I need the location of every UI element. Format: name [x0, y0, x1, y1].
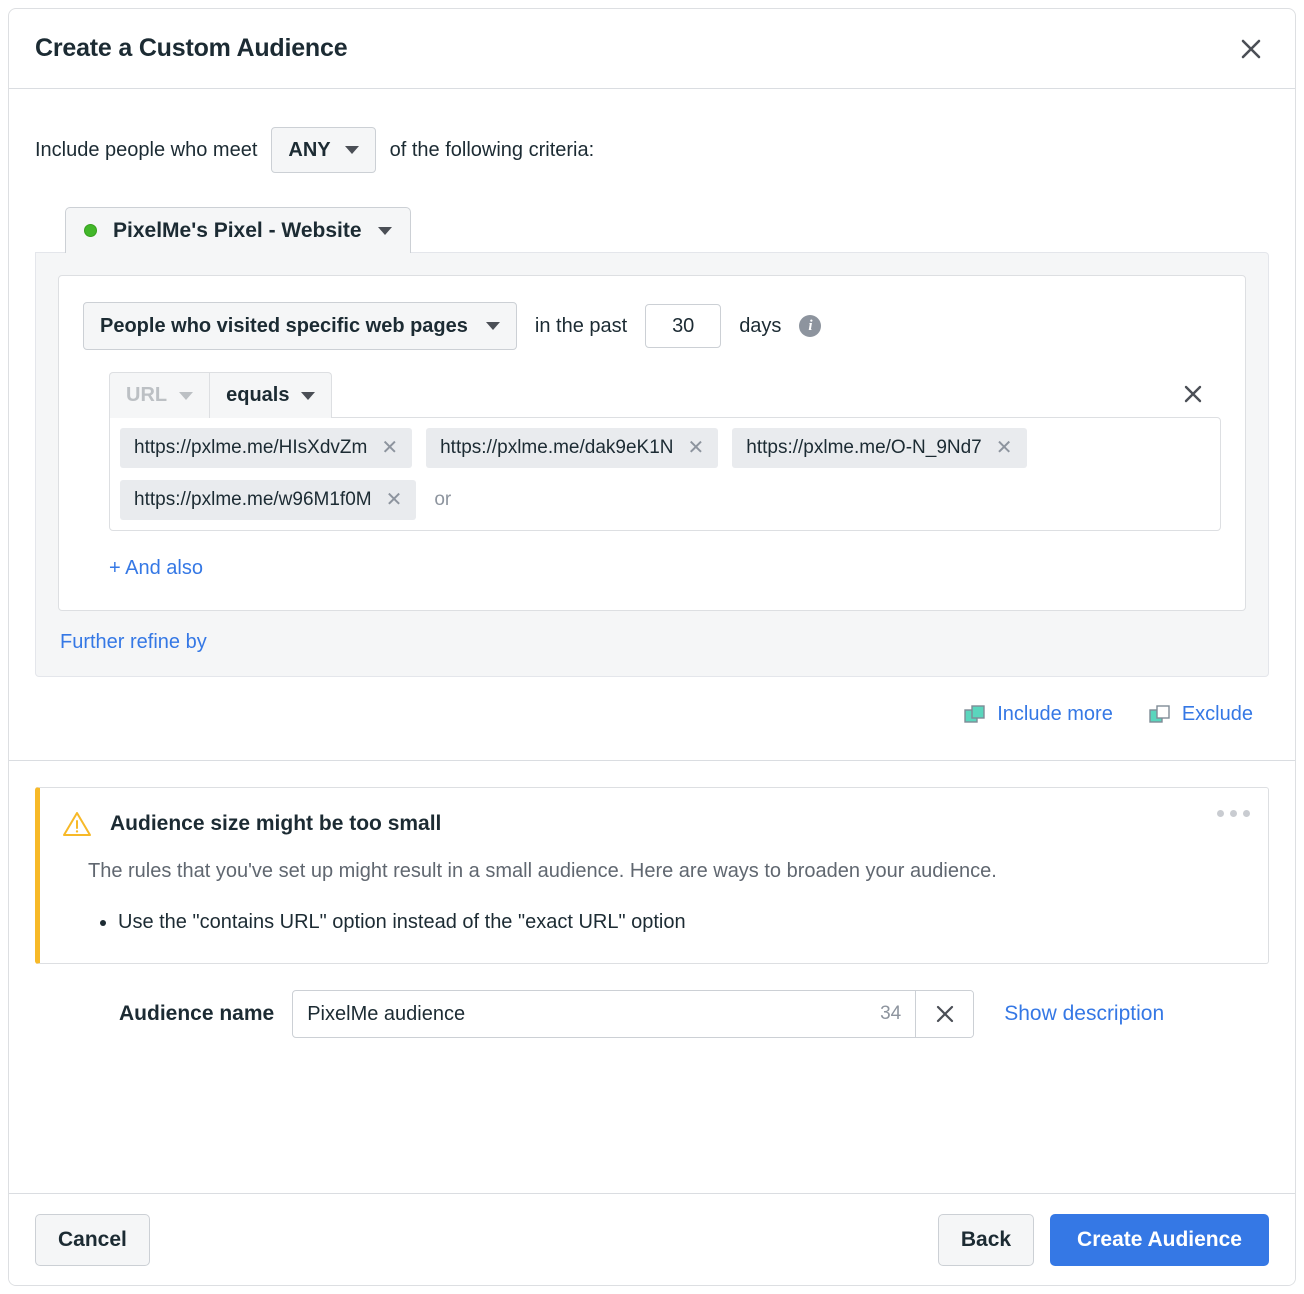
- url-condition-block: URL equals https://pxlme.me/HIsXdvZm ✕ h…: [83, 372, 1221, 580]
- audience-name-input[interactable]: [293, 991, 881, 1037]
- include-suffix-label: of the following criteria:: [389, 138, 595, 161]
- info-icon[interactable]: i: [799, 315, 822, 337]
- include-more-icon: [964, 704, 985, 723]
- url-field-select[interactable]: URL: [109, 372, 211, 418]
- warning-section: Audience size might be too small The rul…: [35, 761, 1269, 964]
- exclude-icon: [1149, 704, 1170, 723]
- remove-url-token-icon[interactable]: ✕: [996, 438, 1013, 458]
- warning-tips-list: Use the "contains URL" option instead of…: [88, 907, 1244, 937]
- warning-triangle-icon: [63, 812, 91, 836]
- url-token-input[interactable]: https://pxlme.me/HIsXdvZm ✕ https://pxlm…: [109, 417, 1221, 531]
- dialog-header: Create a Custom Audience: [9, 9, 1295, 89]
- pixel-source-row: PixelMe's Pixel - Website: [35, 207, 1269, 253]
- back-button[interactable]: Back: [937, 1213, 1035, 1266]
- chevron-down-icon: [344, 146, 359, 154]
- remove-condition-button[interactable]: [1175, 376, 1211, 412]
- close-icon: [936, 1005, 953, 1023]
- further-refine-by-button[interactable]: Further refine by: [60, 631, 207, 654]
- chevron-down-icon: [301, 391, 316, 400]
- audience-name-label: Audience name: [119, 1002, 275, 1025]
- close-icon[interactable]: [1233, 31, 1269, 67]
- dialog-body: Include people who meet ANY of the follo…: [9, 89, 1295, 1193]
- include-more-label: Include more: [997, 703, 1113, 725]
- rule-card: People who visited specific web pages in…: [58, 275, 1246, 611]
- audience-name-field: 34: [292, 990, 975, 1038]
- url-token-label: https://pxlme.me/HIsXdvZm: [134, 437, 368, 459]
- dialog-footer: Cancel Back Create Audience: [9, 1193, 1295, 1285]
- audience-name-row: Audience name 34 Show description: [35, 964, 1269, 1060]
- footer-actions: Back Create Audience: [937, 1213, 1269, 1266]
- clear-audience-name-button[interactable]: [915, 991, 974, 1037]
- warning-header: Audience size might be too small: [62, 810, 1244, 838]
- warning-title: Audience size might be too small: [110, 812, 442, 835]
- audience-size-warning: Audience size might be too small The rul…: [35, 787, 1269, 964]
- exclude-button[interactable]: Exclude: [1149, 703, 1253, 726]
- or-placeholder-label: or: [434, 488, 452, 510]
- url-token: https://pxlme.me/w96M1f0M ✕: [120, 479, 417, 520]
- include-prefix-label: Include people who meet: [35, 138, 258, 161]
- url-token: https://pxlme.me/O-N_9Nd7 ✕: [732, 428, 1027, 469]
- exclude-label: Exclude: [1181, 703, 1253, 725]
- condition-selectors: URL equals: [109, 372, 1221, 418]
- background-page-peek: [0, 0, 8, 1294]
- url-token-label: https://pxlme.me/w96M1f0M: [134, 488, 372, 510]
- show-description-button[interactable]: Show description: [1004, 1002, 1164, 1026]
- event-type-value: People who visited specific web pages: [100, 314, 468, 337]
- and-also-button[interactable]: + And also: [109, 557, 203, 580]
- url-token-label: https://pxlme.me/dak9eK1N: [440, 437, 674, 459]
- retention-prefix-label: in the past: [534, 314, 628, 337]
- url-token-label: https://pxlme.me/O-N_9Nd7: [746, 437, 982, 459]
- match-operator-value: ANY: [288, 138, 331, 161]
- url-field-value: URL: [126, 384, 168, 406]
- pixel-source-select[interactable]: PixelMe's Pixel - Website: [65, 207, 411, 253]
- comparator-value: equals: [226, 384, 290, 406]
- ellipsis-icon[interactable]: [1217, 810, 1250, 817]
- chevron-down-icon: [485, 322, 500, 330]
- criteria-panel: People who visited specific web pages in…: [35, 252, 1269, 677]
- remove-url-token-icon[interactable]: ✕: [386, 490, 403, 510]
- include-exclude-row: Include more Exclude: [35, 703, 1269, 760]
- warning-body: The rules that you've set up might resul…: [88, 860, 997, 882]
- event-type-select[interactable]: People who visited specific web pages: [83, 302, 517, 350]
- url-token: https://pxlme.me/dak9eK1N ✕: [426, 428, 719, 469]
- remove-url-token-icon[interactable]: ✕: [688, 438, 705, 458]
- pixel-active-status-icon: [84, 224, 97, 237]
- retention-suffix-label: days: [739, 314, 782, 337]
- chevron-down-icon: [179, 391, 194, 400]
- cancel-button[interactable]: Cancel: [35, 1213, 150, 1266]
- include-criteria-line: Include people who meet ANY of the follo…: [35, 127, 1269, 173]
- create-audience-button[interactable]: Create Audience: [1050, 1213, 1269, 1266]
- url-token: https://pxlme.me/HIsXdvZm ✕: [120, 428, 413, 469]
- create-custom-audience-dialog: Create a Custom Audience Include people …: [8, 8, 1296, 1286]
- retention-days-input[interactable]: [645, 304, 722, 348]
- pixel-source-label: PixelMe's Pixel - Website: [113, 218, 362, 242]
- dialog-title: Create a Custom Audience: [35, 34, 348, 62]
- include-more-button[interactable]: Include more: [964, 703, 1113, 726]
- match-operator-select[interactable]: ANY: [271, 127, 376, 173]
- chevron-down-icon: [377, 226, 392, 235]
- audience-name-char-count: 34: [880, 1003, 902, 1024]
- rule-header-row: People who visited specific web pages in…: [83, 302, 1221, 350]
- remove-url-token-icon[interactable]: ✕: [381, 438, 398, 458]
- warning-tip-item: Use the "contains URL" option instead of…: [118, 907, 1244, 937]
- comparator-select[interactable]: equals: [210, 372, 333, 418]
